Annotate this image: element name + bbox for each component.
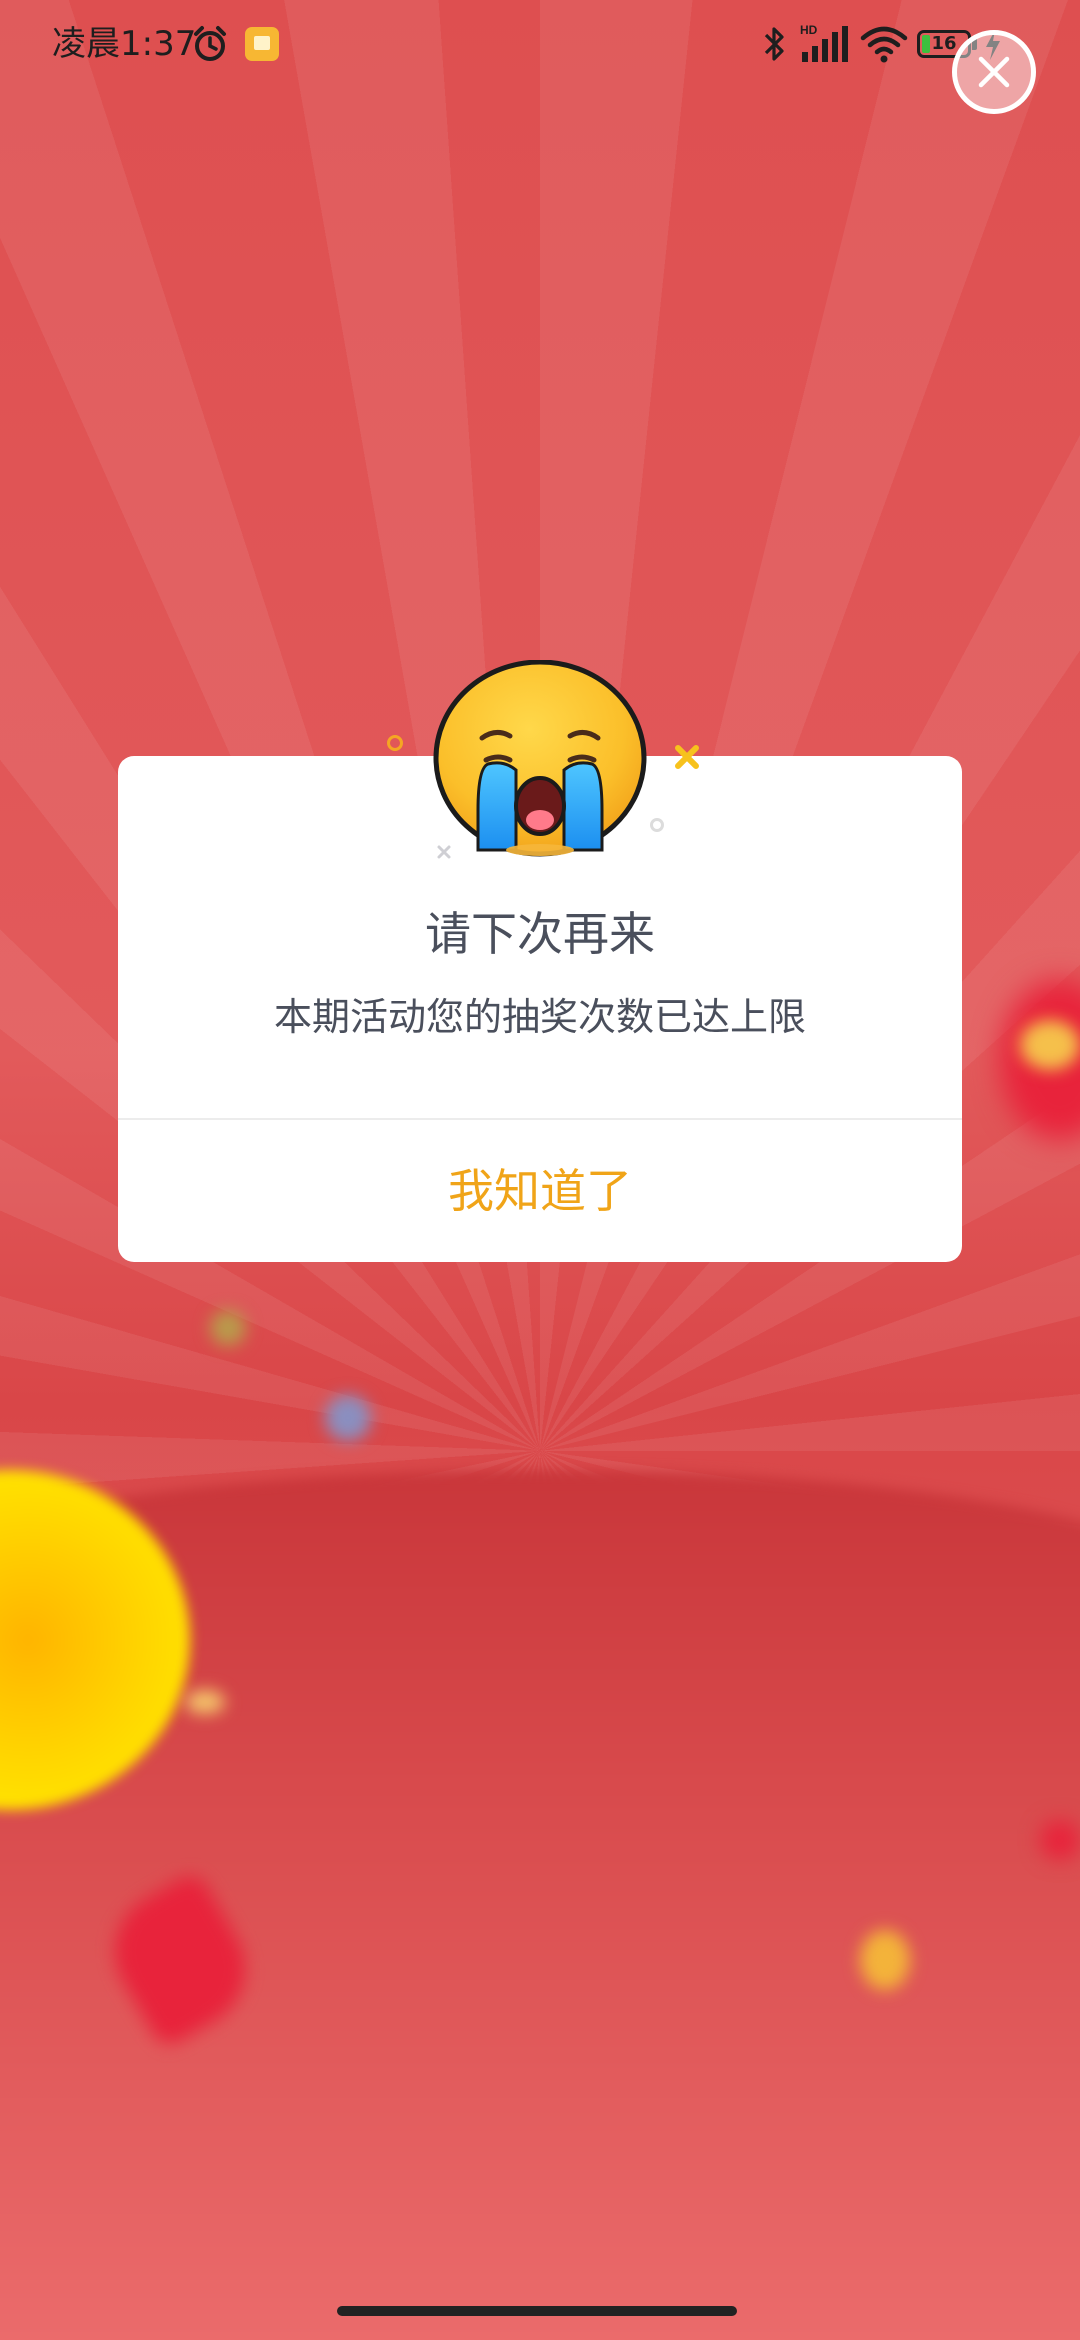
status-time: 凌晨1:37	[52, 24, 197, 64]
sparkle-cross-icon	[675, 745, 699, 769]
lottery-result-screen: 凌晨1:37 HD 16 请下次再来 本期活动您的抽奖次数已达上限 我知道了	[0, 0, 1080, 2340]
blurred-decoration	[1020, 1020, 1080, 1070]
sparkle-ring-decoration	[387, 735, 403, 751]
notification-icon	[245, 27, 279, 61]
crying-emoji-icon	[433, 660, 647, 857]
dialog-message: 本期活动您的抽奖次数已达上限	[273, 995, 806, 1039]
close-button[interactable]	[952, 30, 1036, 114]
blurred-decoration	[1040, 1820, 1080, 1860]
blurred-decoration	[325, 1395, 371, 1441]
wifi-icon	[860, 26, 908, 63]
blurred-decoration	[210, 1310, 246, 1346]
alarm-icon	[194, 26, 226, 61]
sparkle-ring-decoration	[650, 818, 664, 832]
blurred-decoration	[185, 1690, 225, 1714]
hd-signal-icon: HD	[800, 23, 848, 62]
blurred-decoration	[860, 1930, 910, 1990]
svg-text:HD: HD	[800, 23, 818, 37]
close-icon	[978, 56, 1010, 88]
dialog-title: 请下次再来	[425, 907, 655, 961]
got-it-button[interactable]: 我知道了	[118, 1120, 962, 1262]
home-indicator[interactable]	[337, 2306, 737, 2316]
bluetooth-icon	[764, 27, 784, 61]
status-bar: 凌晨1:37 HD 16	[0, 0, 1080, 90]
